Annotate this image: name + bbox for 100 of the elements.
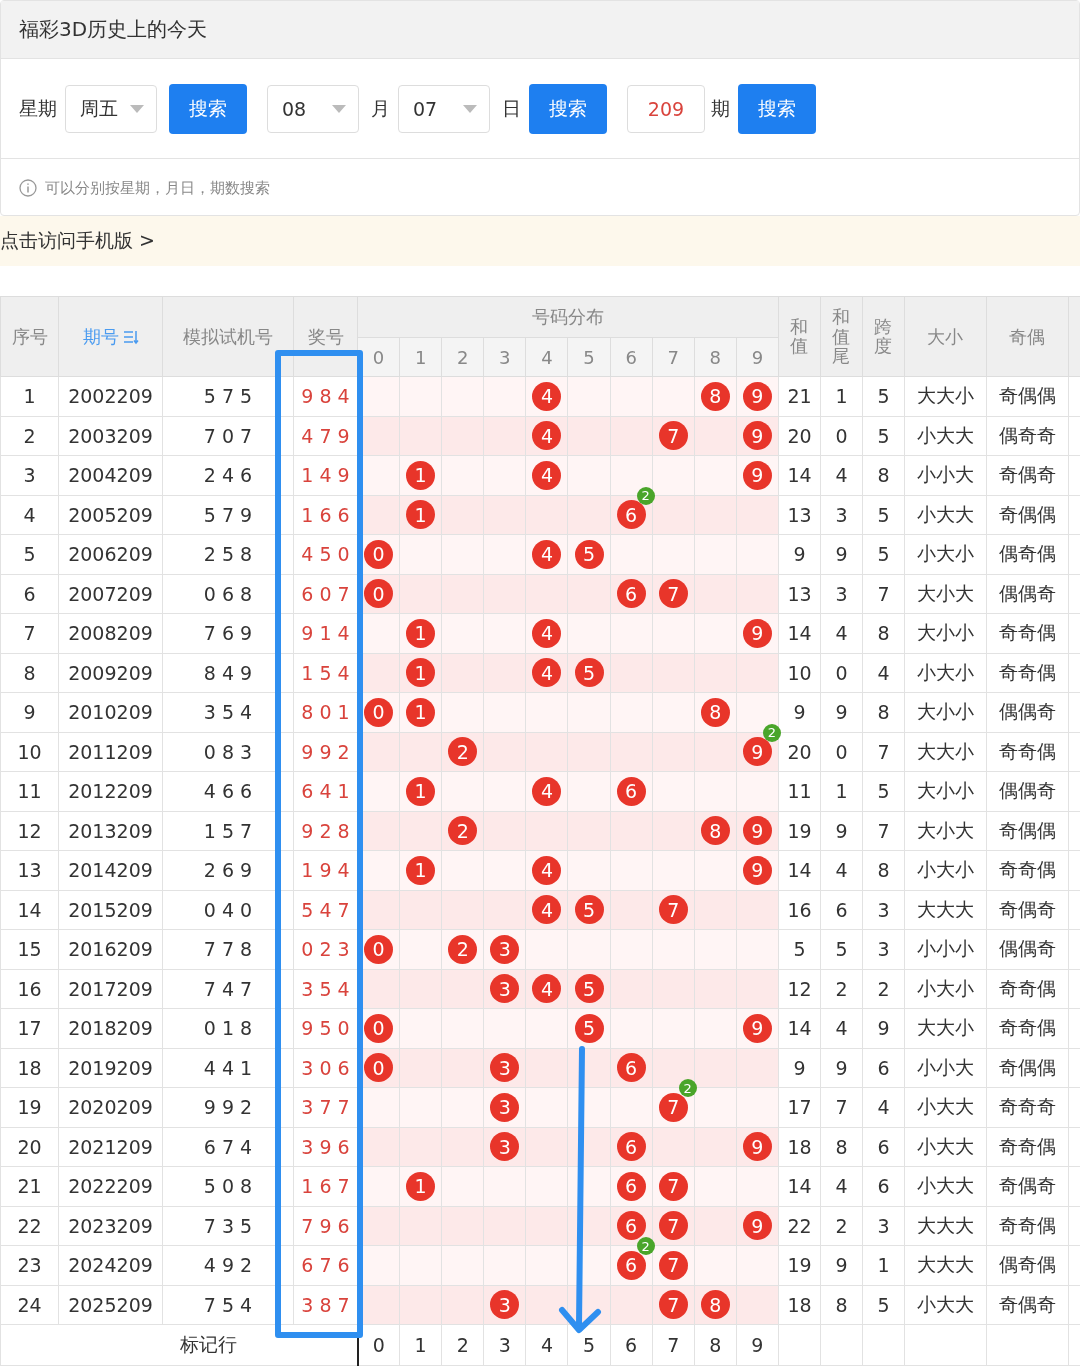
table-cell: 4 6 6 — [162, 771, 294, 811]
number-ball: 0 — [364, 1013, 394, 1043]
table-cell: 偶奇奇 — [986, 416, 1069, 456]
caret-icon — [332, 104, 346, 113]
number-ball: 4 — [532, 855, 562, 885]
dropdown[interactable]: 08 — [267, 84, 359, 133]
number-ball: 3 — [490, 1053, 520, 1083]
table-cell: 7 — [820, 1087, 863, 1127]
table-cell: 大大小 — [904, 376, 987, 416]
number-ball: 6 — [616, 1171, 646, 1201]
number-ball: 7 — [658, 1250, 688, 1280]
table-cell: 7 3 5 — [162, 1206, 294, 1246]
number-ball: 1 — [406, 460, 436, 490]
period-input[interactable]: 209 — [627, 84, 705, 133]
table-cell: 3 — [483, 1324, 526, 1366]
table-cell: 4 — [862, 1087, 905, 1127]
table-cell: 9 — [736, 1324, 779, 1366]
table-cell: 2022209 — [58, 1166, 163, 1206]
table-cell: 大小小 — [904, 692, 987, 732]
number-ball: 5 — [574, 1013, 604, 1043]
table-cell: 19 — [778, 1245, 821, 1285]
table-cell: 2006209 — [58, 534, 163, 574]
mobile-version-link[interactable]: 点击访问手机版 > — [0, 228, 155, 254]
table-cell: 19 — [0, 1087, 59, 1127]
table-cell: 奇奇偶 — [986, 850, 1069, 890]
table-cell: 10 — [778, 653, 821, 693]
column-header[interactable]: 期号 — [58, 296, 163, 377]
number-ball: 5 — [574, 974, 604, 1004]
number-ball: 6 — [616, 500, 646, 530]
number-ball: 3 — [490, 1290, 520, 1320]
table-cell: 14 — [778, 455, 821, 495]
number-ball: 7 — [658, 895, 688, 925]
table-cell: 2018209 — [58, 1008, 163, 1048]
table-cell: 奇奇偶 — [986, 653, 1069, 693]
table-cell: 9 — [820, 1048, 863, 1088]
table-cell: 4 — [525, 1324, 568, 1366]
column-header: 和值尾 — [820, 296, 863, 377]
number-ball: 4 — [532, 421, 562, 451]
table-cell: 2008209 — [58, 613, 163, 653]
table-cell: 9 9 2 — [162, 1087, 294, 1127]
table-cell: 13 — [778, 495, 821, 535]
number-ball: 7 — [658, 1092, 688, 1122]
table-cell: 14 — [778, 1166, 821, 1206]
search-button[interactable]: 搜索 — [738, 83, 816, 134]
column-header: 模拟试机号 — [162, 296, 294, 377]
search-button[interactable]: 搜索 — [529, 83, 607, 134]
table-cell: 4 — [862, 653, 905, 693]
column-header: 9 — [736, 337, 779, 377]
table-cell: 18 — [778, 1285, 821, 1325]
number-ball: 7 — [658, 1171, 688, 1201]
table-cell: 14 — [778, 1008, 821, 1048]
table-cell: 偶奇偶 — [986, 1245, 1069, 1285]
number-ball: 7 — [658, 579, 688, 609]
table-cell: 0 — [357, 1324, 400, 1366]
number-ball: 7 — [658, 1211, 688, 1241]
table-cell: 21 — [0, 1166, 59, 1206]
table-cell: 2 — [0, 416, 59, 456]
number-ball: 6 — [616, 1250, 646, 1280]
number-ball: 3 — [490, 974, 520, 1004]
table-cell: 2020209 — [58, 1087, 163, 1127]
number-ball: 0 — [364, 1053, 394, 1083]
table-cell: 2019209 — [58, 1048, 163, 1088]
number-ball: 7 — [658, 1290, 688, 1320]
table-cell: 8 — [694, 1324, 737, 1366]
dropdown[interactable]: 周五 — [65, 84, 157, 133]
table-cell: 小小小 — [904, 929, 987, 969]
table-cell: 3 — [820, 574, 863, 614]
table-cell: 1 — [0, 376, 59, 416]
column-header: 序号 — [0, 296, 59, 377]
field-label: 月 — [371, 95, 390, 121]
table-cell: 2017209 — [58, 969, 163, 1009]
table-cell: 2003209 — [58, 416, 163, 456]
table-cell: 6 — [862, 1127, 905, 1167]
number-ball: 2 — [448, 816, 478, 846]
table-cell: 0 — [820, 416, 863, 456]
table-cell: 7 — [862, 574, 905, 614]
number-ball: 8 — [700, 1290, 730, 1320]
dropdown[interactable]: 07 — [398, 84, 490, 133]
table-cell: 5 — [862, 416, 905, 456]
table-cell: 2009209 — [58, 653, 163, 693]
table-cell: 2023209 — [58, 1206, 163, 1246]
table-cell: 4 — [820, 1166, 863, 1206]
table-cell: 16 — [0, 969, 59, 1009]
table-cell: 2015209 — [58, 890, 163, 930]
search-button[interactable]: 搜索 — [169, 83, 247, 134]
table-cell: 9 — [820, 692, 863, 732]
table-cell: 8 4 9 — [162, 653, 294, 693]
table-cell: 9 — [778, 1048, 821, 1088]
table-cell: 6 — [862, 1048, 905, 1088]
number-ball: 6 — [616, 579, 646, 609]
number-ball: 3 — [490, 1092, 520, 1122]
table-cell: 大大大 — [904, 1206, 987, 1246]
table-cell: 奇偶奇 — [986, 455, 1069, 495]
table-cell: 偶偶奇 — [986, 692, 1069, 732]
table-cell: 20 — [778, 732, 821, 772]
panel-title: 福彩3D历史上的今天 — [1, 1, 1079, 59]
number-ball: 1 — [406, 776, 436, 806]
table-cell: 2021209 — [58, 1127, 163, 1167]
table-cell: 大大小 — [904, 1008, 987, 1048]
table-cell: 2 5 8 — [162, 534, 294, 574]
